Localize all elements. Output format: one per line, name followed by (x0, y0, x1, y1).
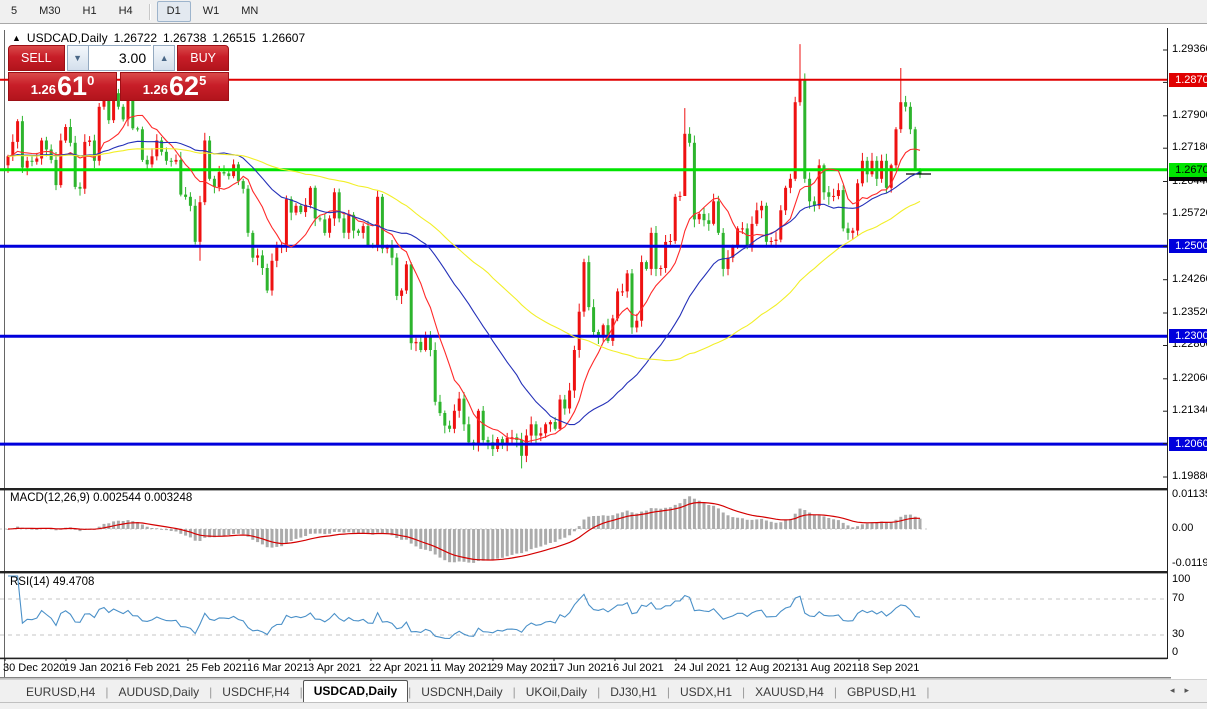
status-bar (0, 702, 1207, 709)
tab-scroll-right-icon: ▸ (1184, 685, 1199, 695)
volume-increase-button[interactable]: ▲ (153, 45, 176, 71)
rsi-tick-label: 70 (1172, 592, 1185, 604)
date-tick-label: 16 Mar 2021 (247, 662, 309, 674)
sell-button[interactable]: SELL (8, 45, 65, 71)
period-button-h4[interactable]: H4 (109, 1, 143, 22)
date-tick-label: 17 Jun 2021 (552, 662, 613, 674)
chart-tab-usdcad[interactable]: USDCAD,Daily (302, 680, 409, 703)
one-click-trading-panel: SELL ▼ 3.00 ▲ BUY 1.26 61 0 1.26 62 5 (8, 45, 229, 101)
macd-indicator-label: MACD(12,26,9) 0.002544 0.003248 (10, 492, 193, 504)
chart-tab-ukoil[interactable]: UKOil,Daily (516, 682, 597, 703)
date-tick-label: 30 Dec 2020 (3, 662, 66, 674)
price-tick-label: 1.19880 (1172, 470, 1207, 482)
period-button-d1[interactable]: D1 (156, 1, 191, 22)
price-tick-label: 1.21340 (1172, 404, 1207, 416)
level-price-badge: 1.26700 (1169, 163, 1207, 177)
symbol-period-label: USDCAD,Daily (26, 31, 108, 45)
date-tick-label: 6 Jul 2021 (613, 662, 664, 674)
date-tick-label: 11 May 2021 (430, 662, 493, 674)
level-price-badge: 1.25003 (1169, 239, 1207, 253)
price-tick-label: 1.27900 (1172, 109, 1207, 121)
high-value: 1.26738 (163, 31, 207, 45)
tab-scroll-arrows[interactable]: ◂▸ (1170, 685, 1199, 696)
tab-scroll-left-icon: ◂ (1169, 685, 1185, 695)
rsi-tick-label: 30 (1172, 628, 1185, 640)
volume-input[interactable]: 3.00 (88, 45, 152, 71)
buy-price-quote[interactable]: 1.26 62 5 (120, 72, 229, 101)
collapse-panel-icon[interactable]: ▲ (12, 33, 21, 43)
price-tick-label: 1.22060 (1172, 372, 1207, 384)
rsi-tick-label: 100 (1172, 573, 1191, 585)
date-tick-label: 6 Feb 2021 (125, 662, 181, 674)
open-value: 1.26722 (113, 31, 157, 45)
level-price-badge: 1.20609 (1169, 437, 1207, 451)
date-tick-label: 12 Aug 2021 (735, 662, 797, 674)
chart-tab-xauusd[interactable]: XAUUSD,H4 (745, 682, 834, 703)
date-tick-label: 22 Apr 2021 (369, 662, 429, 674)
chart-tab-usdx[interactable]: USDX,H1 (670, 682, 742, 703)
chart-tab-bar: EURUSD,H4 | AUDUSD,Daily | USDCHF,H4 | USDCAD,… (0, 679, 1207, 703)
date-tick-label: 25 Feb 2021 (186, 662, 248, 674)
chart-tab-dj30[interactable]: DJ30,H1 (600, 682, 667, 703)
level-price-badge: 1.23003 (1169, 329, 1207, 343)
price-tick-label: 1.29360 (1172, 43, 1207, 55)
price-tick-label: 1.23520 (1172, 306, 1207, 318)
macd-tick-label: 0.00 (1172, 522, 1194, 534)
chart-tab-gbpusd[interactable]: GBPUSD,H1 (837, 682, 926, 703)
price-tick-label: 1.25720 (1172, 207, 1207, 219)
buy-button[interactable]: BUY (177, 45, 229, 71)
date-tick-label: 18 Sep 2021 (857, 662, 920, 674)
toolbar-separator (148, 3, 151, 20)
period-button-w1[interactable]: W1 (193, 1, 230, 22)
date-tick-label: 19 Jan 2021 (64, 662, 125, 674)
period-button-h1[interactable]: H1 (73, 1, 107, 22)
chart-window (0, 24, 1207, 678)
date-tick-label: 24 Jul 2021 (674, 662, 731, 674)
chart-tab-eurusd[interactable]: EURUSD,H4 (16, 682, 105, 703)
chart-tab-usdchf[interactable]: USDCHF,H4 (212, 682, 299, 703)
low-value: 1.26515 (212, 31, 256, 45)
mt4-window: 5 M30 H1 H4 D1 W1 MN ▲ USDCAD,Daily 1.26722 1.267… (0, 0, 1207, 709)
macd-tick-label: 0.01135 (1172, 488, 1207, 500)
date-tick-label: 3 Apr 2021 (308, 662, 362, 674)
volume-decrease-button[interactable]: ▼ (66, 45, 89, 71)
chart-tab-usdcnh[interactable]: USDCNH,Daily (411, 682, 512, 703)
price-tick-label: 1.24260 (1172, 273, 1207, 285)
level-price-badge: 1.28700 (1169, 73, 1207, 87)
period-button-m30[interactable]: M30 (29, 1, 70, 22)
rsi-indicator-label: RSI(14) 49.4708 (10, 576, 95, 588)
chart-title: ▲ USDCAD,Daily 1.26722 1.26738 1.26515 1.2660… (12, 31, 305, 45)
date-tick-label: 31 Aug 2021 (796, 662, 858, 674)
period-button-mn[interactable]: MN (231, 1, 268, 22)
chart-tab-audusd[interactable]: AUDUSD,Daily (108, 682, 209, 703)
date-tick-label: 29 May 2021 (491, 662, 555, 674)
close-value: 1.26607 (261, 31, 306, 45)
price-tick-label: 1.27180 (1172, 141, 1207, 153)
period-button-5[interactable]: 5 (1, 1, 27, 22)
rsi-tick-label: 0 (1172, 646, 1179, 658)
period-toolbar: 5 M30 H1 H4 D1 W1 MN (0, 0, 1207, 24)
sell-price-quote[interactable]: 1.26 61 0 (8, 72, 117, 101)
macd-tick-label: -0.01190 (1172, 557, 1207, 569)
tab-separator: | (926, 685, 930, 699)
